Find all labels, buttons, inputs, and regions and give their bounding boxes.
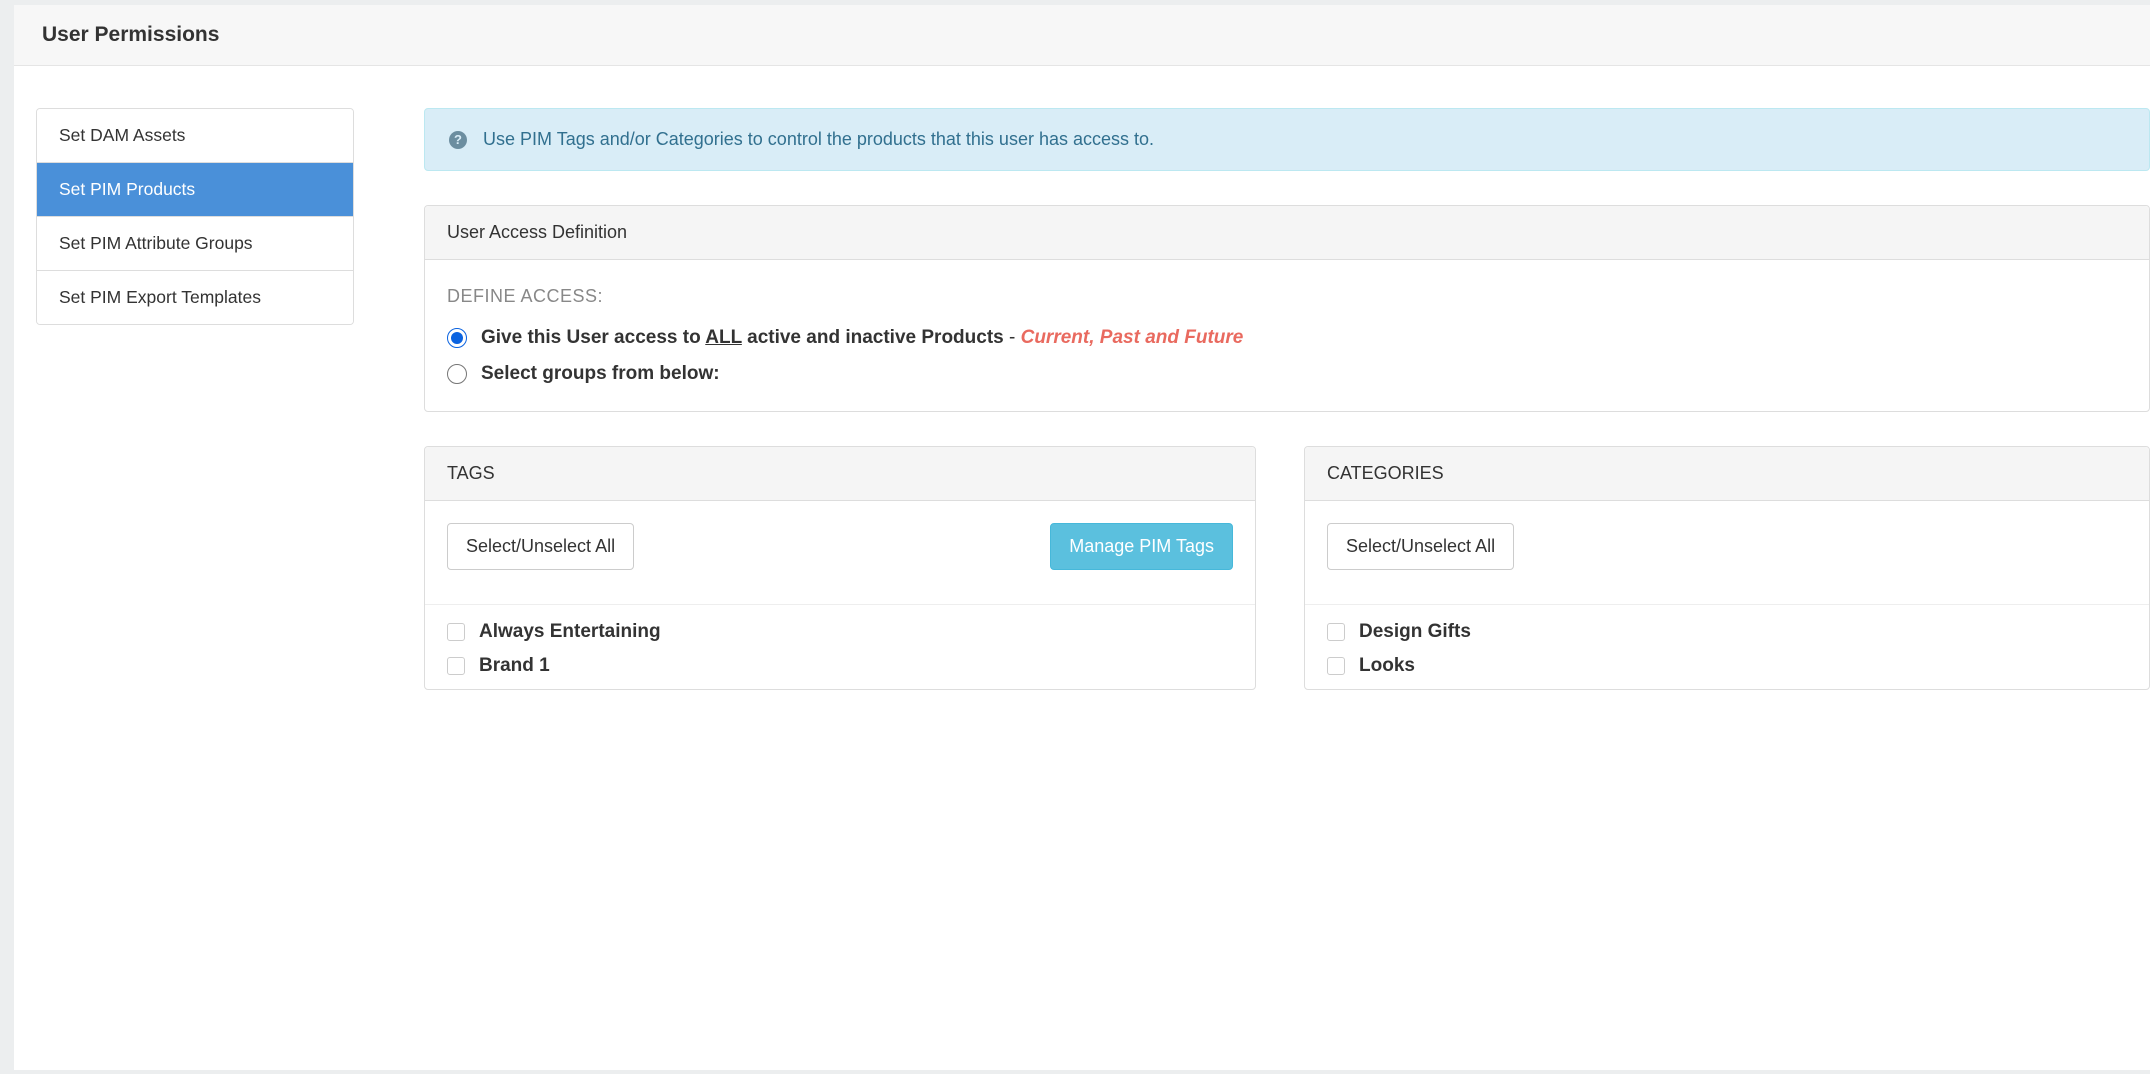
panel-header: User Access Definition [425, 206, 2149, 260]
radio-text-underlined: ALL [705, 327, 742, 348]
sidebar-item-label: Set PIM Products [59, 179, 195, 199]
radio-select-groups[interactable] [447, 364, 467, 384]
categories-panel-header: CATEGORIES [1305, 447, 2149, 501]
tags-select-unselect-all-button[interactable]: Select/Unselect All [447, 523, 634, 570]
radio-all-products[interactable] [447, 328, 467, 348]
tags-panel: TAGS Select/Unselect All Manage PIM Tags… [424, 446, 1256, 690]
sidebar-item-label: Set PIM Attribute Groups [59, 233, 253, 253]
tag-label[interactable]: Brand 1 [479, 655, 550, 677]
sidebar-item-label: Set PIM Export Templates [59, 287, 261, 307]
checkbox[interactable] [1327, 657, 1345, 675]
radio-row-all-products[interactable]: Give this User access to ALL active and … [447, 327, 2127, 349]
category-label[interactable]: Looks [1359, 655, 1415, 677]
tag-label[interactable]: Always Entertaining [479, 621, 661, 643]
tags-panel-header: TAGS [425, 447, 1255, 501]
manage-pim-tags-button[interactable]: Manage PIM Tags [1050, 523, 1233, 570]
app-root: User Permissions Set DAM Assets Set PIM … [0, 0, 2150, 1074]
checkbox[interactable] [447, 657, 465, 675]
sidebar: Set DAM Assets Set PIM Products Set PIM … [36, 108, 354, 1070]
radio-label-select-groups[interactable]: Select groups from below: [481, 363, 720, 385]
checkbox[interactable] [1327, 623, 1345, 641]
info-alert: ? Use PIM Tags and/or Categories to cont… [424, 108, 2150, 171]
categories-toolbar: Select/Unselect All [1305, 501, 2149, 605]
tags-check-list: Always Entertaining Brand 1 [425, 605, 1255, 677]
define-access-label: DEFINE ACCESS: [447, 286, 2127, 307]
page-header: User Permissions [14, 5, 2150, 66]
radio-text-prefix: Give this User access to [481, 327, 701, 348]
sidebar-item-pim-products[interactable]: Set PIM Products [37, 163, 353, 217]
radio-note-emphasis: Current, Past and Future [1021, 327, 1244, 348]
radio-label-all-products[interactable]: Give this User access to ALL active and … [481, 327, 1243, 349]
sidebar-list: Set DAM Assets Set PIM Products Set PIM … [36, 108, 354, 325]
page-title: User Permissions [42, 23, 2122, 47]
access-definition-panel: User Access Definition DEFINE ACCESS: Gi… [424, 205, 2150, 412]
radio-note-dash: - [1009, 327, 1021, 348]
category-row[interactable]: Design Gifts [1327, 621, 2127, 643]
sidebar-item-dam-assets[interactable]: Set DAM Assets [37, 109, 353, 163]
checkbox[interactable] [447, 623, 465, 641]
panel-body: DEFINE ACCESS: Give this User access to … [425, 260, 2149, 411]
radio-text-suffix: active and inactive Products [747, 327, 1004, 348]
sidebar-item-pim-attribute-groups[interactable]: Set PIM Attribute Groups [37, 217, 353, 271]
category-label[interactable]: Design Gifts [1359, 621, 1471, 643]
categories-panel: CATEGORIES Select/Unselect All Design Gi… [1304, 446, 2150, 690]
columns: TAGS Select/Unselect All Manage PIM Tags… [424, 446, 2150, 690]
radio-row-select-groups[interactable]: Select groups from below: [447, 363, 2127, 385]
tag-row[interactable]: Always Entertaining [447, 621, 1233, 643]
sidebar-item-label: Set DAM Assets [59, 125, 185, 145]
question-icon: ? [449, 131, 467, 149]
tag-row[interactable]: Brand 1 [447, 655, 1233, 677]
content-wrap: Set DAM Assets Set PIM Products Set PIM … [14, 66, 2150, 1070]
categories-select-unselect-all-button[interactable]: Select/Unselect All [1327, 523, 1514, 570]
tags-toolbar: Select/Unselect All Manage PIM Tags [425, 501, 1255, 605]
category-row[interactable]: Looks [1327, 655, 2127, 677]
main-content: ? Use PIM Tags and/or Categories to cont… [424, 108, 2150, 1070]
categories-check-list: Design Gifts Looks [1305, 605, 2149, 677]
alert-text: Use PIM Tags and/or Categories to contro… [483, 129, 1154, 150]
sidebar-item-pim-export-templates[interactable]: Set PIM Export Templates [37, 271, 353, 324]
